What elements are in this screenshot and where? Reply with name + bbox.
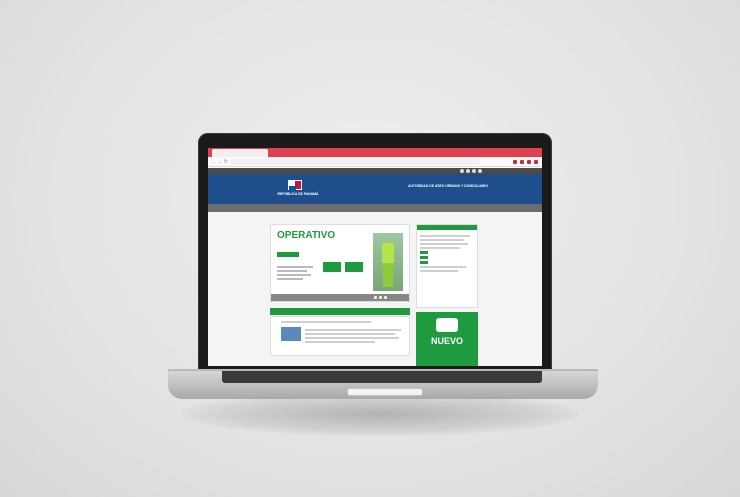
worker-image (373, 233, 403, 291)
hero-footer (271, 294, 409, 301)
browser-tab-bar (208, 148, 542, 157)
hero-chip (277, 252, 299, 257)
site-header: REPÚBLICA DE PANAMÁ AUTORIDAD DE ASEO UR… (208, 174, 542, 204)
extension-icon[interactable] (513, 160, 517, 164)
government-name: REPÚBLICA DE PANAMÁ (277, 192, 319, 196)
promo-banner[interactable]: NUEVO (416, 312, 478, 366)
panama-flag-icon (288, 180, 302, 190)
main-menu (208, 204, 542, 212)
extension-icons (513, 160, 538, 164)
nav-arrows-icon[interactable]: ← → ↻ (211, 158, 228, 166)
social-icon[interactable] (460, 169, 464, 173)
extension-icon[interactable] (520, 160, 524, 164)
hero-title: OPERATIVO (277, 230, 336, 241)
hero-info-box (323, 262, 341, 272)
trackpad-notch (347, 388, 423, 396)
news-thumbnail[interactable] (281, 327, 301, 341)
social-icon[interactable] (472, 169, 476, 173)
social-icons (460, 169, 482, 173)
agency-name[interactable]: AUTORIDAD DE ASEO URBANO Y DOMICILIARIO (408, 184, 488, 188)
news-list (270, 316, 410, 356)
extension-icon[interactable] (527, 160, 531, 164)
slider-dots[interactable] (374, 296, 387, 299)
social-icon[interactable] (478, 169, 482, 173)
promo-logo-icon (436, 318, 458, 332)
hero-banner[interactable]: OPERATIVO (270, 224, 410, 302)
laptop-screen: ← → ↻ REPÚBLICA DE PANAMÁ AUTORIDAD DE A… (208, 148, 542, 366)
social-icon[interactable] (466, 169, 470, 173)
promo-label: NUEVO (430, 336, 463, 346)
hero-info-box (345, 262, 363, 272)
extension-icon[interactable] (534, 160, 538, 164)
url-field[interactable] (230, 159, 480, 165)
sidebar-widget (416, 224, 478, 308)
keyboard-edge (222, 371, 542, 383)
browser-address-bar: ← → ↻ (208, 157, 542, 167)
hero-text-lines (277, 266, 317, 282)
page-content: OPERATIVO NUEVO (208, 212, 542, 366)
browser-tab[interactable] (212, 149, 268, 157)
news-heading (270, 308, 410, 315)
